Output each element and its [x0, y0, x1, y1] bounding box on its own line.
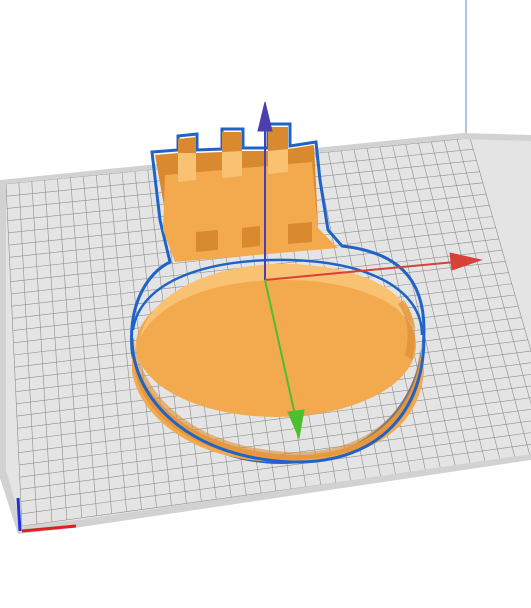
- 3d-viewport[interactable]: [0, 0, 531, 608]
- scene-canvas[interactable]: [0, 0, 531, 608]
